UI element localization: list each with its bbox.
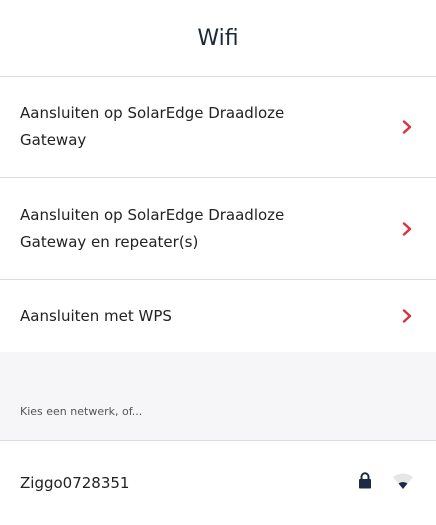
option-connect-gateway-repeaters[interactable]: Aansluiten op SolarEdge Draadloze Gatewa… bbox=[0, 178, 436, 279]
page-title: Wifi bbox=[197, 25, 239, 51]
page-header: Wifi bbox=[0, 0, 436, 76]
chevron-right-icon bbox=[400, 221, 414, 236]
option-label: Aansluiten op SolarEdge Draadloze Gatewa… bbox=[20, 205, 285, 251]
network-icons bbox=[358, 472, 414, 495]
option-connect-gateway[interactable]: Aansluiten op SolarEdge Draadloze Gatewa… bbox=[0, 77, 436, 177]
option-label: Aansluiten op SolarEdge Draadloze Gatewa… bbox=[20, 104, 285, 149]
network-hint: Kies een netwerk, of... bbox=[20, 405, 143, 418]
chevron-right-icon bbox=[400, 120, 414, 134]
network-section-header: Kies een netwerk, of... bbox=[0, 352, 436, 440]
wifi-signal-icon bbox=[392, 472, 414, 495]
option-connect-wps[interactable]: Aansluiten met WPS bbox=[0, 280, 436, 352]
network-ssid: Ziggo0728351 bbox=[20, 474, 130, 492]
lock-icon bbox=[358, 472, 372, 494]
option-label: Aansluiten met WPS bbox=[20, 306, 172, 325]
chevron-right-icon bbox=[400, 309, 414, 323]
network-item[interactable]: Ziggo0728351 bbox=[0, 441, 436, 525]
